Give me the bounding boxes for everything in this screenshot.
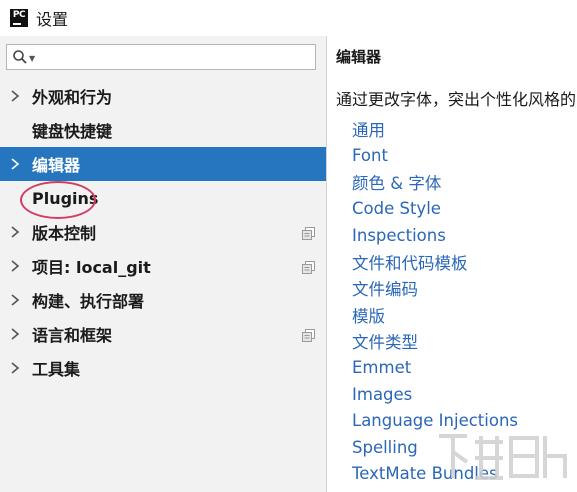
settings-link[interactable]: Images (352, 381, 518, 408)
chevron-right-icon[interactable] (10, 215, 20, 249)
settings-link[interactable]: Spelling (352, 434, 518, 461)
tree-item-label: 语言和框架 (32, 326, 113, 345)
settings-sidebar: ▼ 外观和行为键盘快捷键编辑器 Plugins 版本控制项目: local_git 构… (0, 36, 326, 492)
page-title: 编辑器 (336, 48, 382, 66)
search-input[interactable] (35, 46, 315, 68)
settings-link[interactable]: 颜色 & 字体 (352, 169, 518, 196)
settings-tree: 外观和行为键盘快捷键编辑器 Plugins 版本控制项目: local_git 构建、… (0, 79, 326, 385)
settings-link[interactable]: 文件编码 (352, 275, 518, 302)
pycharm-logo-icon: PC (10, 9, 28, 27)
settings-link[interactable]: 文件和代码模板 (352, 249, 518, 276)
tree-item-label: 工具集 (32, 360, 81, 379)
settings-link[interactable]: 模版 (352, 302, 518, 329)
settings-link[interactable]: TextMate Bundles (352, 461, 518, 488)
settings-content: 编辑器 通过更改字体，突出个性化风格的 通用 Font 颜色 & 字体 Code St… (327, 36, 577, 492)
tree-item[interactable]: 项目: local_git (0, 249, 326, 283)
copy-icon (302, 327, 315, 342)
chevron-right-icon[interactable] (10, 317, 20, 351)
copy-icon (302, 225, 315, 240)
tree-item-label: 项目: local_git (32, 258, 151, 277)
tree-item-label: Plugins (32, 188, 99, 208)
tree-item-label: 外观和行为 (32, 88, 113, 107)
tree-item[interactable]: 构建、执行部署 (0, 283, 326, 317)
chevron-right-icon[interactable] (10, 147, 20, 181)
tree-item[interactable]: 语言和框架 (0, 317, 326, 351)
copy-icon (302, 259, 315, 274)
search-box[interactable]: ▼ (6, 44, 316, 70)
tree-item-label: 构建、执行部署 (32, 292, 145, 311)
subsection-links: 通用 Font 颜色 & 字体 Code Style Inspections 文件和代码模… (352, 116, 518, 487)
search-icon[interactable] (12, 49, 28, 65)
chevron-right-icon[interactable] (10, 249, 20, 283)
tree-item-label: 键盘快捷键 (32, 122, 113, 141)
tree-item[interactable]: 外观和行为 (0, 79, 326, 113)
settings-window: PC 设置 ▼ 外观和行为 键盘快捷键 编辑器 Plugins 版本控制 项目: loca… (0, 0, 577, 492)
tree-item[interactable]: Plugins (0, 181, 326, 215)
chevron-right-icon[interactable] (10, 79, 20, 113)
settings-link[interactable]: 通用 (352, 116, 518, 143)
settings-link[interactable]: Font (352, 143, 518, 170)
page-description: 通过更改字体，突出个性化风格的 (336, 90, 577, 109)
settings-link[interactable]: Emmet (352, 355, 518, 382)
chevron-right-icon[interactable] (10, 283, 20, 317)
settings-link[interactable]: Inspections (352, 222, 518, 249)
settings-link[interactable]: Language Injections (352, 408, 518, 435)
tree-item[interactable]: 工具集 (0, 351, 326, 385)
tree-item-label: 编辑器 (32, 156, 81, 175)
window-title: 设置 (36, 10, 69, 29)
tree-item[interactable]: 编辑器 (0, 147, 326, 181)
chevron-right-icon[interactable] (10, 351, 20, 385)
tree-item-label: 版本控制 (32, 224, 97, 243)
tree-item[interactable]: 版本控制 (0, 215, 326, 249)
settings-link[interactable]: Code Style (352, 196, 518, 223)
settings-link[interactable]: 文件类型 (352, 328, 518, 355)
title-bar: PC 设置 (0, 0, 577, 36)
tree-item[interactable]: 键盘快捷键 (0, 113, 326, 147)
